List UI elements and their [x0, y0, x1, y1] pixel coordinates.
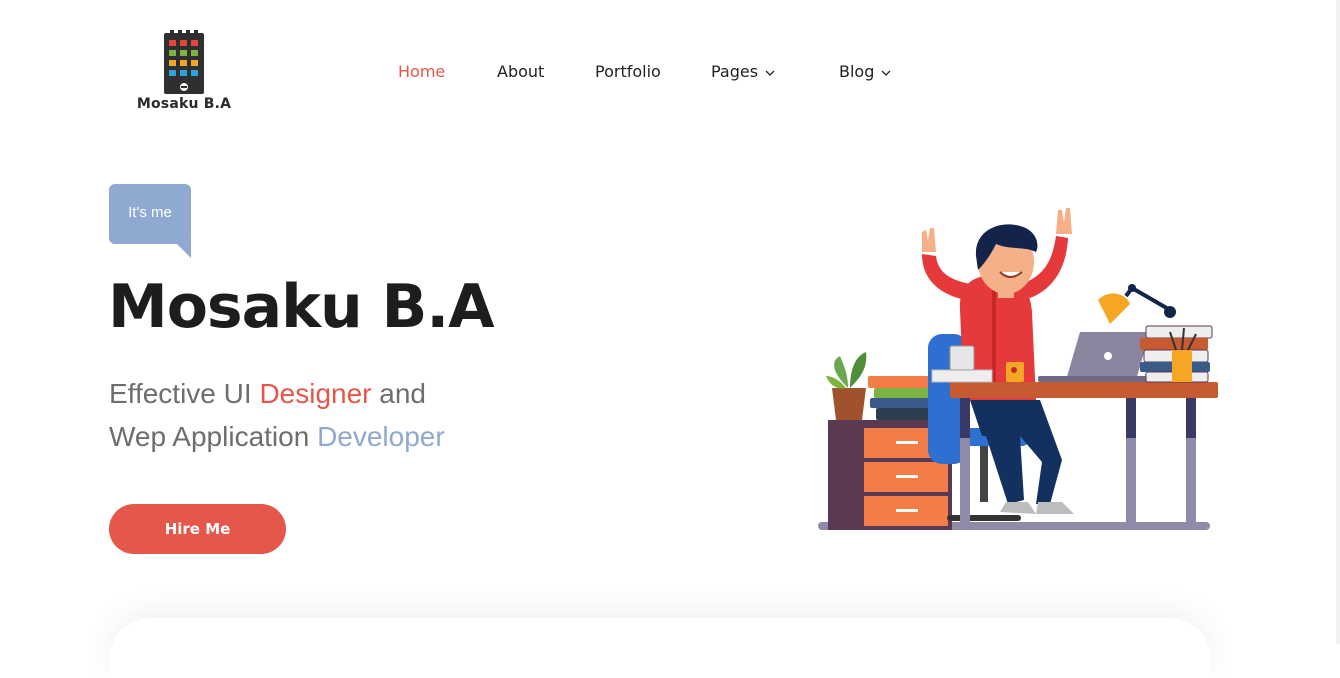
- nav-item-blog[interactable]: Blog: [839, 62, 891, 81]
- intro-badge-text: It's me: [128, 204, 172, 221]
- intro-badge: It's me: [109, 184, 191, 244]
- nav-item-pages[interactable]: Pages: [711, 62, 775, 81]
- subtitle-text: Effective UI: [109, 378, 260, 409]
- developer-desk-illustration: [818, 208, 1218, 530]
- hero-title: Mosaku B.A: [108, 272, 495, 342]
- subtitle-text: Wep Application: [109, 421, 318, 452]
- content-card-edge: [110, 618, 1210, 678]
- chevron-down-icon: [765, 70, 775, 76]
- nav-label: About: [497, 62, 545, 81]
- hero-subtitle-line-1: Effective UI Designer and: [109, 372, 445, 415]
- nav-label: Home: [398, 62, 446, 81]
- subtitle-highlight-designer: Designer: [259, 378, 372, 409]
- hero-subtitle: Effective UI Designer and Wep Applicatio…: [109, 372, 445, 458]
- intro-badge-tail: [173, 240, 191, 258]
- chevron-down-icon: [882, 70, 891, 76]
- subtitle-highlight-developer: Developer: [317, 421, 445, 452]
- nav-label: Blog: [839, 62, 875, 81]
- page-scrollbar[interactable]: [1336, 0, 1340, 644]
- nav-item-home[interactable]: Home: [398, 62, 445, 81]
- hire-me-button[interactable]: Hire Me: [109, 504, 286, 554]
- hero-subtitle-line-2: Wep Application Developer: [109, 415, 445, 458]
- nav-label: Pages: [711, 62, 759, 81]
- nav-label: Portfolio: [595, 62, 661, 81]
- brand-name: Mosaku B.A: [136, 96, 232, 112]
- subtitle-text: and: [371, 378, 426, 409]
- nav-item-about[interactable]: About: [497, 62, 544, 81]
- building-logo-icon: [164, 30, 204, 94]
- brand-logo[interactable]: Mosaku B.A: [120, 26, 250, 116]
- nav-item-portfolio[interactable]: Portfolio: [595, 62, 661, 81]
